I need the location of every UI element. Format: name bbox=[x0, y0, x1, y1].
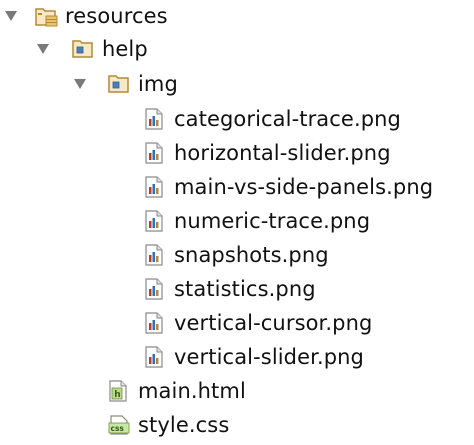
folder-icon bbox=[72, 39, 93, 59]
tree-item-label: numeric-trace.png bbox=[174, 209, 371, 233]
expand-arrow-icon[interactable] bbox=[36, 43, 50, 55]
tree-item-label: vertical-cursor.png bbox=[174, 311, 373, 335]
image-file-icon bbox=[145, 244, 165, 266]
image-file-icon bbox=[145, 312, 165, 334]
tree-row-file[interactable]: horizontal-slider.png bbox=[0, 137, 474, 169]
svg-text:h: h bbox=[114, 390, 120, 400]
tree-item-label: style.css bbox=[138, 413, 230, 437]
tree-row-help[interactable]: help bbox=[0, 33, 474, 65]
tree-row-file[interactable]: css style.css bbox=[0, 409, 474, 441]
tree-item-label: img bbox=[138, 72, 178, 96]
expand-arrow-icon[interactable] bbox=[73, 78, 87, 90]
image-file-icon bbox=[145, 142, 165, 164]
tree-row-file[interactable]: categorical-trace.png bbox=[0, 103, 474, 135]
tree-item-label: statistics.png bbox=[174, 277, 316, 301]
tree-item-label: vertical-slider.png bbox=[174, 345, 364, 369]
tree-item-label: resources bbox=[65, 4, 168, 28]
expand-arrow-icon[interactable] bbox=[4, 10, 18, 22]
svg-text:css: css bbox=[111, 424, 125, 433]
tree-row-file[interactable]: vertical-cursor.png bbox=[0, 307, 474, 339]
tree-row-file[interactable]: h main.html bbox=[0, 375, 474, 407]
image-file-icon bbox=[145, 210, 165, 232]
resource-folder-icon bbox=[35, 6, 58, 27]
tree-row-file[interactable]: vertical-slider.png bbox=[0, 341, 474, 373]
folder-icon bbox=[108, 74, 129, 94]
tree-row-file[interactable]: numeric-trace.png bbox=[0, 205, 474, 237]
tree-row-file[interactable]: snapshots.png bbox=[0, 239, 474, 271]
image-file-icon bbox=[145, 108, 165, 130]
image-file-icon bbox=[145, 176, 165, 198]
tree-row-resources[interactable]: resources bbox=[0, 0, 474, 32]
tree-item-label: main-vs-side-panels.png bbox=[174, 175, 434, 199]
tree-row-file[interactable]: statistics.png bbox=[0, 273, 474, 305]
tree-row-file[interactable]: main-vs-side-panels.png bbox=[0, 171, 474, 203]
tree-item-label: horizontal-slider.png bbox=[174, 141, 391, 165]
tree-item-label: snapshots.png bbox=[174, 243, 329, 267]
css-file-icon: css bbox=[108, 415, 130, 435]
image-file-icon bbox=[145, 278, 165, 300]
tree-row-img[interactable]: img bbox=[0, 68, 474, 100]
html-file-icon: h bbox=[109, 380, 129, 402]
image-file-icon bbox=[145, 346, 165, 368]
project-tree: resources help img categorical-trace.png… bbox=[0, 0, 474, 445]
tree-item-label: categorical-trace.png bbox=[174, 107, 401, 131]
tree-item-label: main.html bbox=[138, 379, 246, 403]
tree-item-label: help bbox=[102, 37, 148, 61]
